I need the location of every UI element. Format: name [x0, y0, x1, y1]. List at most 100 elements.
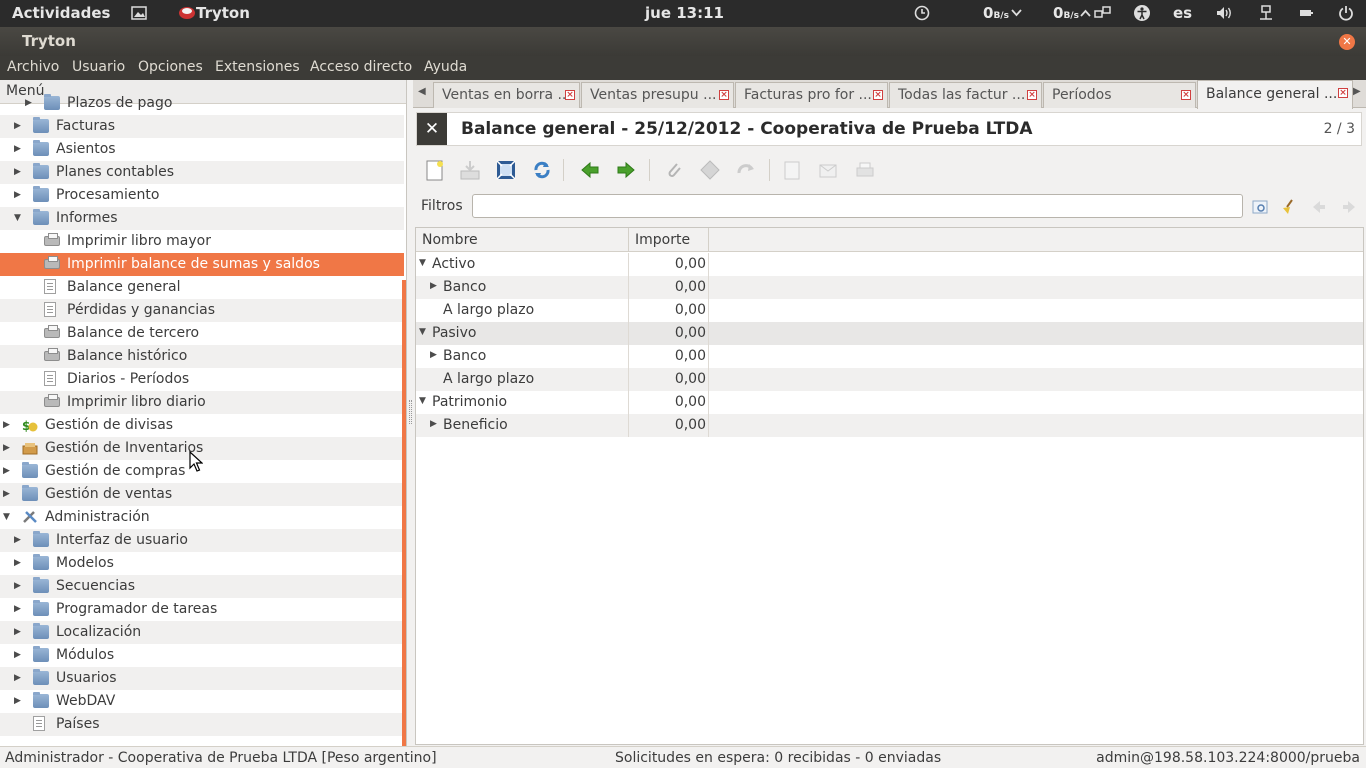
- tab-scroll-left-icon[interactable]: ◀: [418, 86, 426, 97]
- menu-item[interactable]: ▶ Usuarios: [0, 667, 404, 690]
- menu-item[interactable]: ▶ Asientos: [0, 138, 404, 161]
- table-row[interactable]: ▼ Patrimonio 0,00: [416, 391, 1363, 414]
- switch-view-button[interactable]: [495, 159, 517, 181]
- tab[interactable]: Ventas en borra ... ×: [433, 82, 580, 108]
- tab-close-icon[interactable]: ×: [1338, 88, 1348, 98]
- report-button[interactable]: [781, 159, 803, 181]
- expander-closed-icon[interactable]: ▶: [14, 189, 24, 201]
- menu-item[interactable]: ▶ Secuencias: [0, 575, 404, 598]
- image-viewer-icon[interactable]: [130, 4, 148, 22]
- menu-item[interactable]: ▶ Planes contables: [0, 161, 404, 184]
- table-row[interactable]: ▶ Beneficio 0,00: [416, 414, 1363, 437]
- action-button[interactable]: [699, 159, 721, 181]
- menu-item[interactable]: Balance histórico: [0, 345, 404, 368]
- app-menu-label[interactable]: Tryton: [196, 4, 250, 22]
- table-row[interactable]: ▶ Banco 0,00: [416, 276, 1363, 299]
- tab-scroll-right-icon[interactable]: ▶: [1353, 86, 1361, 97]
- next-record-button[interactable]: [615, 159, 637, 181]
- table-row[interactable]: A largo plazo 0,00: [416, 368, 1363, 391]
- expander-closed-icon[interactable]: ▶: [14, 603, 24, 615]
- column-separator[interactable]: [708, 228, 709, 252]
- menu-item[interactable]: Diarios - Períodos: [0, 368, 404, 391]
- menu-item[interactable]: Balance general: [0, 276, 404, 299]
- status-requests[interactable]: Solicitudes en espera: 0 recibidas - 0 e…: [615, 750, 941, 766]
- menu-item[interactable]: Balance de tercero: [0, 322, 404, 345]
- menu-item[interactable]: ▶ Procesamiento: [0, 184, 404, 207]
- expander-closed-icon[interactable]: ▶: [14, 557, 24, 569]
- next-page-icon[interactable]: [1340, 198, 1358, 216]
- wired-network-icon[interactable]: [1258, 4, 1274, 22]
- previous-page-icon[interactable]: [1310, 198, 1328, 216]
- table-row[interactable]: ▼ Activo 0,00: [416, 253, 1363, 276]
- pane-splitter-handle[interactable]: [409, 400, 412, 424]
- expander-closed-icon[interactable]: ▶: [14, 534, 24, 546]
- column-separator[interactable]: [628, 228, 629, 252]
- menu-extensiones[interactable]: Extensiones: [215, 59, 300, 75]
- menu-item[interactable]: ▶ Facturas: [0, 115, 404, 138]
- menu-ayuda[interactable]: Ayuda: [424, 59, 467, 75]
- clock-icon[interactable]: [913, 4, 931, 22]
- menu-item[interactable]: ▶ $ Gestión de divisas: [0, 414, 404, 437]
- expander-open-icon[interactable]: ▼: [419, 327, 426, 337]
- net-up-speed[interactable]: 0B/s: [1053, 4, 1079, 22]
- expander-closed-icon[interactable]: ▶: [3, 465, 13, 477]
- expander-closed-icon[interactable]: ▶: [14, 120, 24, 132]
- menu-item[interactable]: ▶ Programador de tareas: [0, 598, 404, 621]
- expander-closed-icon[interactable]: ▶: [430, 281, 437, 291]
- filter-input[interactable]: [472, 194, 1243, 218]
- menu-archivo[interactable]: Archivo: [7, 59, 59, 75]
- expander-closed-icon[interactable]: ▶: [14, 580, 24, 592]
- menu-item[interactable]: Países: [0, 713, 404, 736]
- attachment-button[interactable]: [663, 159, 685, 181]
- tab-close-icon[interactable]: ×: [565, 90, 575, 100]
- expander-closed-icon[interactable]: ▶: [14, 143, 24, 155]
- battery-icon[interactable]: [1298, 4, 1314, 22]
- menu-item[interactable]: Imprimir libro diario: [0, 391, 404, 414]
- menu-item[interactable]: Imprimir balance de sumas y saldos: [0, 253, 404, 276]
- menu-item[interactable]: Imprimir libro mayor: [0, 230, 404, 253]
- tab[interactable]: Balance general ... ×: [1197, 80, 1353, 109]
- save-button[interactable]: [459, 159, 481, 181]
- tab-close-icon[interactable]: ×: [1027, 90, 1037, 100]
- table-row[interactable]: A largo plazo 0,00: [416, 299, 1363, 322]
- network-icon[interactable]: [1093, 4, 1111, 22]
- tab-close-icon[interactable]: ×: [1181, 90, 1191, 100]
- reload-button[interactable]: [531, 159, 553, 181]
- net-down-speed[interactable]: 0B/s: [983, 4, 1009, 22]
- table-row[interactable]: ▼ Pasivo 0,00: [416, 322, 1363, 345]
- tab[interactable]: Todas las factur ... ×: [889, 82, 1042, 108]
- activities-button[interactable]: Actividades: [12, 4, 110, 22]
- menu-item[interactable]: ▼ Informes: [0, 207, 404, 230]
- window-titlebar[interactable]: Tryton: [0, 27, 1366, 56]
- relate-button[interactable]: [735, 159, 757, 181]
- expander-closed-icon[interactable]: ▶: [430, 419, 437, 429]
- tab-close-icon[interactable]: ×: [873, 90, 883, 100]
- window-close-button[interactable]: ✕: [1339, 34, 1355, 50]
- expander-closed-icon[interactable]: ▶: [14, 672, 24, 684]
- accessibility-icon[interactable]: [1132, 4, 1152, 22]
- column-header-importe[interactable]: Importe: [635, 232, 690, 248]
- expander-open-icon[interactable]: ▼: [419, 396, 426, 406]
- expander-closed-icon[interactable]: ▶: [3, 419, 13, 431]
- menu-item[interactable]: ▶ Módulos: [0, 644, 404, 667]
- expander-open-icon[interactable]: ▼: [3, 511, 13, 523]
- menu-item[interactable]: ▼ Administración: [0, 506, 404, 529]
- expander-closed-icon[interactable]: ▶: [430, 350, 437, 360]
- menu-usuario[interactable]: Usuario: [72, 59, 125, 75]
- expander-closed-icon[interactable]: ▶: [3, 442, 13, 454]
- menu-item[interactable]: ▶ Interfaz de usuario: [0, 529, 404, 552]
- tab[interactable]: Ventas presupu ... ×: [581, 82, 734, 108]
- keyboard-language[interactable]: es: [1173, 4, 1192, 22]
- tab[interactable]: Facturas pro for ... ×: [735, 82, 888, 108]
- print-button[interactable]: [854, 159, 876, 181]
- menu-item[interactable]: Pérdidas y ganancias: [0, 299, 404, 322]
- email-button[interactable]: [817, 159, 839, 181]
- power-icon[interactable]: [1337, 4, 1355, 22]
- expander-open-icon[interactable]: ▼: [419, 258, 426, 268]
- expander-closed-icon[interactable]: ▶: [14, 649, 24, 661]
- clock[interactable]: jue 13:11: [645, 4, 724, 22]
- menu-acceso-directo[interactable]: Acceso directo: [310, 59, 412, 75]
- table-row[interactable]: ▶ Banco 0,00: [416, 345, 1363, 368]
- menu-item[interactable]: ▶ Plazos de pago: [0, 92, 404, 115]
- expander-closed-icon[interactable]: ▶: [14, 626, 24, 638]
